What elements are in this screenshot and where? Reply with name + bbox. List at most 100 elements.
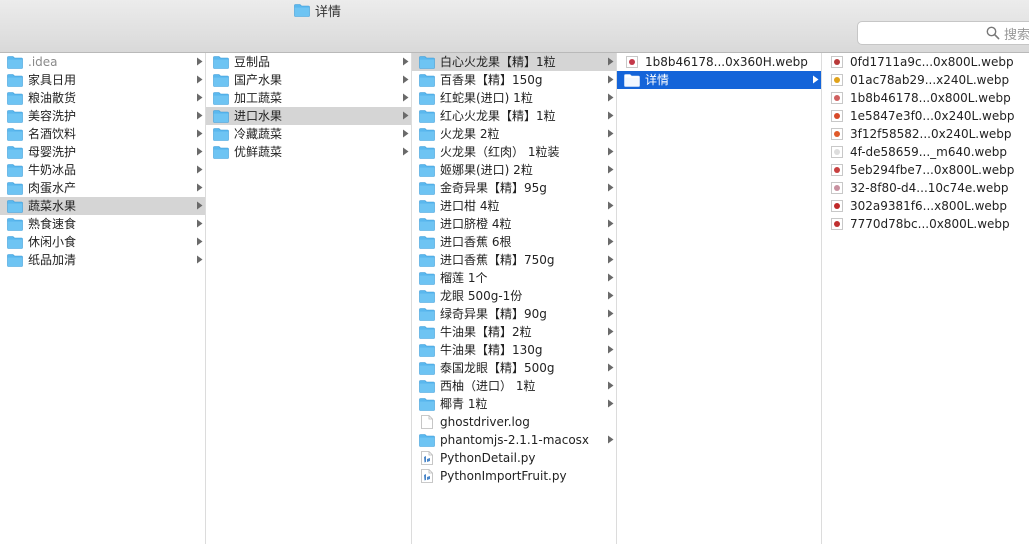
folder-item[interactable]: 家具日用 <box>0 71 205 89</box>
item-label: 西柚（进口） 1粒 <box>440 379 536 393</box>
file-item[interactable]: 32-8f80-d4...10c74e.webp <box>822 179 1029 197</box>
item-label: 进口香蕉 6根 <box>440 235 512 249</box>
folder-item[interactable]: 国产水果 <box>206 71 411 89</box>
folder-item[interactable]: 优鲜蔬菜 <box>206 143 411 161</box>
folder-item[interactable]: 椰青 1粒 <box>412 395 616 413</box>
folder-item[interactable]: 冷藏蔬菜 <box>206 125 411 143</box>
folder-item[interactable]: 红心火龙果【精】1粒 <box>412 107 616 125</box>
chevron-right-icon <box>197 93 203 102</box>
python-file-icon <box>421 469 433 483</box>
file-item[interactable]: 1e5847e3f0...0x240L.webp <box>822 107 1029 125</box>
file-item[interactable]: 3f12f58582...0x240L.webp <box>822 125 1029 143</box>
folder-item[interactable]: 白心火龙果【精】1粒 <box>412 53 616 71</box>
chevron-right-icon <box>608 201 614 210</box>
file-item[interactable]: 7770d78bc...0x800L.webp <box>822 215 1029 233</box>
column-3[interactable]: 白心火龙果【精】1粒 百香果【精】150g 红蛇果(进口) 1粒 红心火龙果【精】1粒… <box>412 53 617 544</box>
folder-item[interactable]: 详情 <box>617 71 821 89</box>
file-item[interactable]: PythonDetail.py <box>412 449 616 467</box>
folder-icon <box>7 145 23 159</box>
folder-item[interactable]: .idea <box>0 53 205 71</box>
chevron-right-icon <box>608 399 614 408</box>
item-label: 金奇异果【精】95g <box>440 181 547 195</box>
folder-icon <box>7 127 23 141</box>
item-label: 家具日用 <box>28 73 77 87</box>
item-label: 加工蔬菜 <box>234 91 283 105</box>
file-item[interactable]: 5eb294fbe7...0x800L.webp <box>822 161 1029 179</box>
column-2[interactable]: 豆制品 国产水果加工蔬菜进口水果冷藏蔬菜优鲜蔬菜 <box>206 53 412 544</box>
folder-icon <box>7 253 23 267</box>
folder-item[interactable]: 百香果【精】150g <box>412 71 616 89</box>
item-label: 百香果【精】150g <box>440 73 543 87</box>
folder-item[interactable]: 绿奇异果【精】90g <box>412 305 616 323</box>
folder-icon <box>419 433 435 447</box>
chevron-right-icon <box>197 75 203 84</box>
folder-item[interactable]: 金奇异果【精】95g <box>412 179 616 197</box>
folder-icon <box>7 199 23 213</box>
file-item[interactable]: 01ac78ab29...x240L.webp <box>822 71 1029 89</box>
item-label: 1e5847e3f0...0x240L.webp <box>850 109 1015 123</box>
folder-item[interactable]: 姬娜果(进口) 2粒 <box>412 161 616 179</box>
folder-item[interactable]: 进口柑 4粒 <box>412 197 616 215</box>
item-label: 冷藏蔬菜 <box>234 127 283 141</box>
folder-item[interactable]: 粮油散货 <box>0 89 205 107</box>
folder-item[interactable]: 进口香蕉【精】750g <box>412 251 616 269</box>
chevron-right-icon <box>608 345 614 354</box>
search-placeholder: 搜索 <box>1004 27 1029 43</box>
folder-item[interactable]: 龙眼 500g-1份 <box>412 287 616 305</box>
file-item[interactable]: 1b8b46178...0x360H.webp <box>617 53 821 71</box>
item-label: 白心火龙果【精】1粒 <box>440 55 556 69</box>
folder-icon <box>213 73 229 87</box>
folder-icon <box>419 55 435 69</box>
file-item[interactable]: ghostdriver.log <box>412 413 616 431</box>
folder-item[interactable]: 榴莲 1个 <box>412 269 616 287</box>
search-field[interactable]: 搜索 <box>857 21 1029 45</box>
folder-item[interactable]: 美容洗护 <box>0 107 205 125</box>
folder-item[interactable]: 牛油果【精】2粒 <box>412 323 616 341</box>
folder-item[interactable]: 休闲小食 <box>0 233 205 251</box>
folder-item[interactable]: 豆制品 <box>206 53 411 71</box>
chevron-right-icon <box>197 237 203 246</box>
item-label: 32-8f80-d4...10c74e.webp <box>850 181 1009 195</box>
folder-icon <box>419 397 435 411</box>
folder-icon <box>419 127 435 141</box>
item-label: 粮油散货 <box>28 91 77 105</box>
chevron-right-icon <box>608 291 614 300</box>
file-item[interactable]: 302a9381f6...x800L.webp <box>822 197 1029 215</box>
folder-icon <box>419 361 435 375</box>
folder-item[interactable]: 纸品加清 <box>0 251 205 269</box>
file-item[interactable]: 4f-de58659..._m640.webp <box>822 143 1029 161</box>
folder-item[interactable]: 熟食速食 <box>0 215 205 233</box>
document-icon <box>421 415 433 429</box>
folder-item[interactable]: 牛奶冰品 <box>0 161 205 179</box>
folder-item[interactable]: 肉蛋水产 <box>0 179 205 197</box>
folder-item[interactable]: 牛油果【精】130g <box>412 341 616 359</box>
column-1[interactable]: .idea 家具日用粮油散货美容洗护 名酒饮料 母婴洗护 牛奶冰品 肉蛋水产 蔬菜水果 熟食速… <box>0 53 206 544</box>
folder-item[interactable]: 进口水果 <box>206 107 411 125</box>
folder-item[interactable]: 火龙果 2粒 <box>412 125 616 143</box>
folder-item[interactable]: 泰国龙眼【精】500g <box>412 359 616 377</box>
folder-item[interactable]: 火龙果（红肉） 1粒装 <box>412 143 616 161</box>
folder-item[interactable]: 名酒饮料 <box>0 125 205 143</box>
file-item[interactable]: 1b8b46178...0x800L.webp <box>822 89 1029 107</box>
folder-item[interactable]: 进口脐橙 4粒 <box>412 215 616 233</box>
image-thumbnail-icon <box>831 200 843 212</box>
folder-item[interactable]: 西柚（进口） 1粒 <box>412 377 616 395</box>
column-4[interactable]: 1b8b46178...0x360H.webp 详情 <box>617 53 822 544</box>
item-label: 绿奇异果【精】90g <box>440 307 547 321</box>
folder-item[interactable]: 母婴洗护 <box>0 143 205 161</box>
folder-item[interactable]: phantomjs-2.1.1-macosx <box>412 431 616 449</box>
chevron-right-icon <box>608 93 614 102</box>
file-item[interactable]: PythonImportFruit.py <box>412 467 616 485</box>
folder-icon <box>7 55 23 69</box>
folder-icon <box>7 217 23 231</box>
folder-icon <box>419 109 435 123</box>
folder-item[interactable]: 加工蔬菜 <box>206 89 411 107</box>
folder-item[interactable]: 红蛇果(进口) 1粒 <box>412 89 616 107</box>
folder-item[interactable]: 进口香蕉 6根 <box>412 233 616 251</box>
column-5[interactable]: 0fd1711a9c...0x800L.webp 01ac78ab29...x24… <box>822 53 1029 544</box>
chevron-right-icon <box>403 57 409 66</box>
folder-item[interactable]: 蔬菜水果 <box>0 197 205 215</box>
item-label: 泰国龙眼【精】500g <box>440 361 555 375</box>
file-item[interactable]: 0fd1711a9c...0x800L.webp <box>822 53 1029 71</box>
item-label: 姬娜果(进口) 2粒 <box>440 163 533 177</box>
